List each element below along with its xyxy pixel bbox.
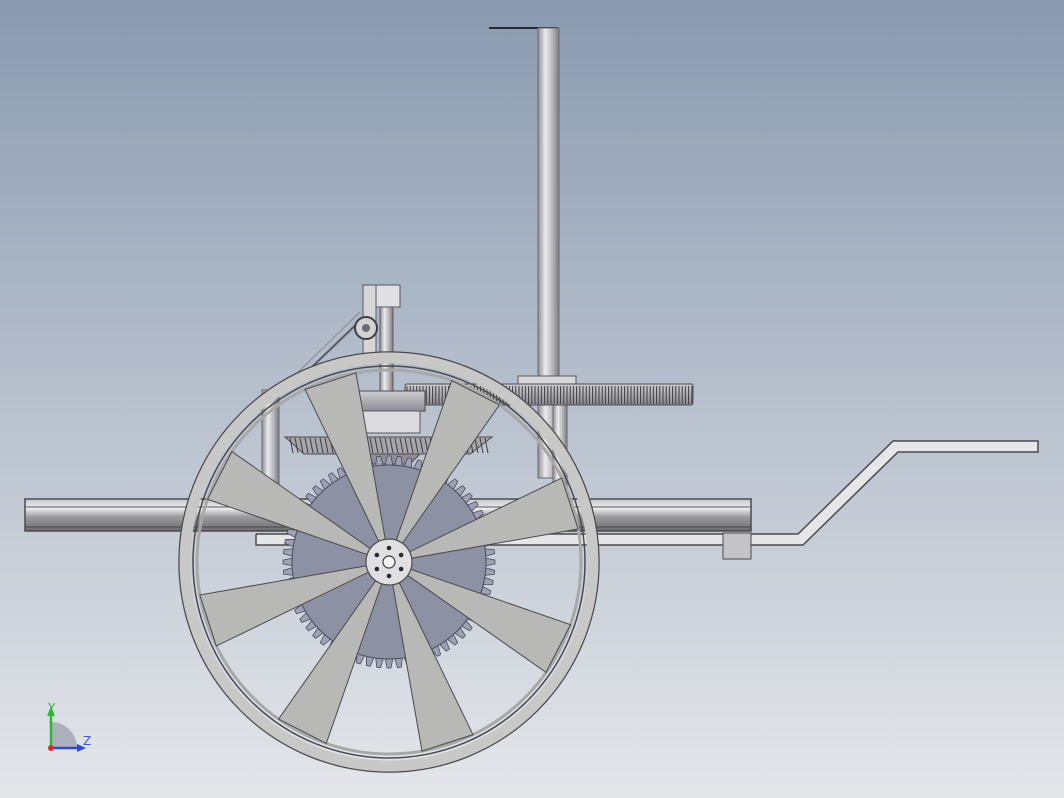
triad-origin [48, 745, 54, 751]
hub-bolt [386, 573, 392, 579]
cad-viewport[interactable]: Y Z [0, 0, 1064, 798]
z-axis-label: Z [83, 734, 91, 748]
y-axis-label: Y [47, 701, 56, 715]
hub-bolt [398, 566, 404, 572]
hub-bolt [398, 552, 404, 558]
assembly-side-view[interactable]: Y Z [0, 0, 1064, 798]
hub-bolt [374, 566, 380, 572]
hub-bolt [386, 545, 392, 551]
hub-bolt [374, 552, 380, 558]
tow-bar-clamp[interactable] [722, 532, 752, 560]
wheel-hub[interactable] [365, 538, 413, 586]
